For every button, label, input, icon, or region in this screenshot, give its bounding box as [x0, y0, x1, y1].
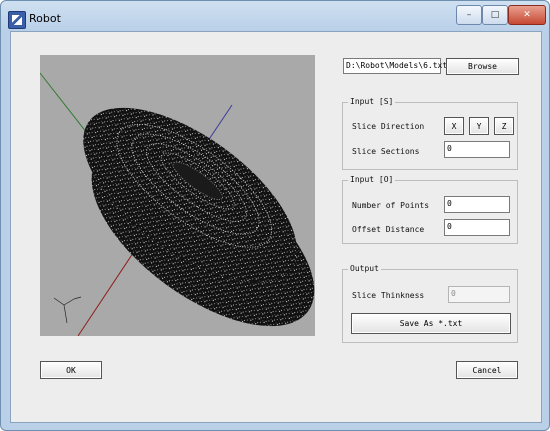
slice-y-button[interactable]: Y [469, 117, 489, 135]
num-points-label: Number of Points [352, 201, 430, 210]
app-icon [8, 11, 26, 29]
slice-x-button[interactable]: X [444, 117, 464, 135]
window-title: Robot [29, 12, 61, 25]
title-bar[interactable]: Robot – □ ✕ [1, 1, 549, 31]
input-o-title: Input [O] [348, 175, 396, 184]
input-o-group: Input [O] Number of Points 0 Offset Dist… [342, 175, 518, 244]
save-as-txt-button[interactable]: Save As *.txt [351, 313, 511, 334]
input-s-group: Input [S] Slice Direction X Y Z Slice Se… [342, 97, 518, 170]
browse-button[interactable]: Browse [446, 58, 519, 75]
slice-sections-input[interactable]: 0 [444, 141, 510, 158]
input-s-title: Input [S] [348, 97, 396, 106]
file-path-field[interactable]: D:\Robot\Models\6.txt [343, 58, 447, 74]
axis-gizmo [53, 296, 82, 324]
slice-thickness-label: Slice Thinkness [352, 291, 425, 300]
offset-distance-input[interactable]: 0 [444, 219, 510, 236]
output-title: Output [348, 264, 381, 273]
ok-button[interactable]: OK [40, 361, 102, 379]
slice-thickness-field: 0 [448, 286, 510, 303]
cancel-button[interactable]: Cancel [456, 361, 518, 379]
offset-distance-label: Offset Distance [352, 225, 425, 234]
dialog-client-area: D:\Robot\Models\6.txt Browse Input [S] S… [10, 31, 542, 423]
num-points-input[interactable]: 0 [444, 196, 510, 213]
slice-z-button[interactable]: Z [494, 117, 514, 135]
robot-window: Robot – □ ✕ D:\Robot\Models\6.txt Browse… [0, 0, 550, 431]
maximize-button[interactable]: □ [482, 5, 508, 25]
model-viewport[interactable] [40, 55, 315, 336]
output-group: Output Slice Thinkness 0 Save As *.txt [342, 264, 518, 343]
minimize-button[interactable]: – [456, 5, 482, 25]
slice-direction-label: Slice Direction [352, 122, 425, 131]
close-button[interactable]: ✕ [508, 5, 546, 25]
point-cloud-render [40, 72, 315, 336]
slice-sections-label: Slice Sections [352, 147, 420, 156]
